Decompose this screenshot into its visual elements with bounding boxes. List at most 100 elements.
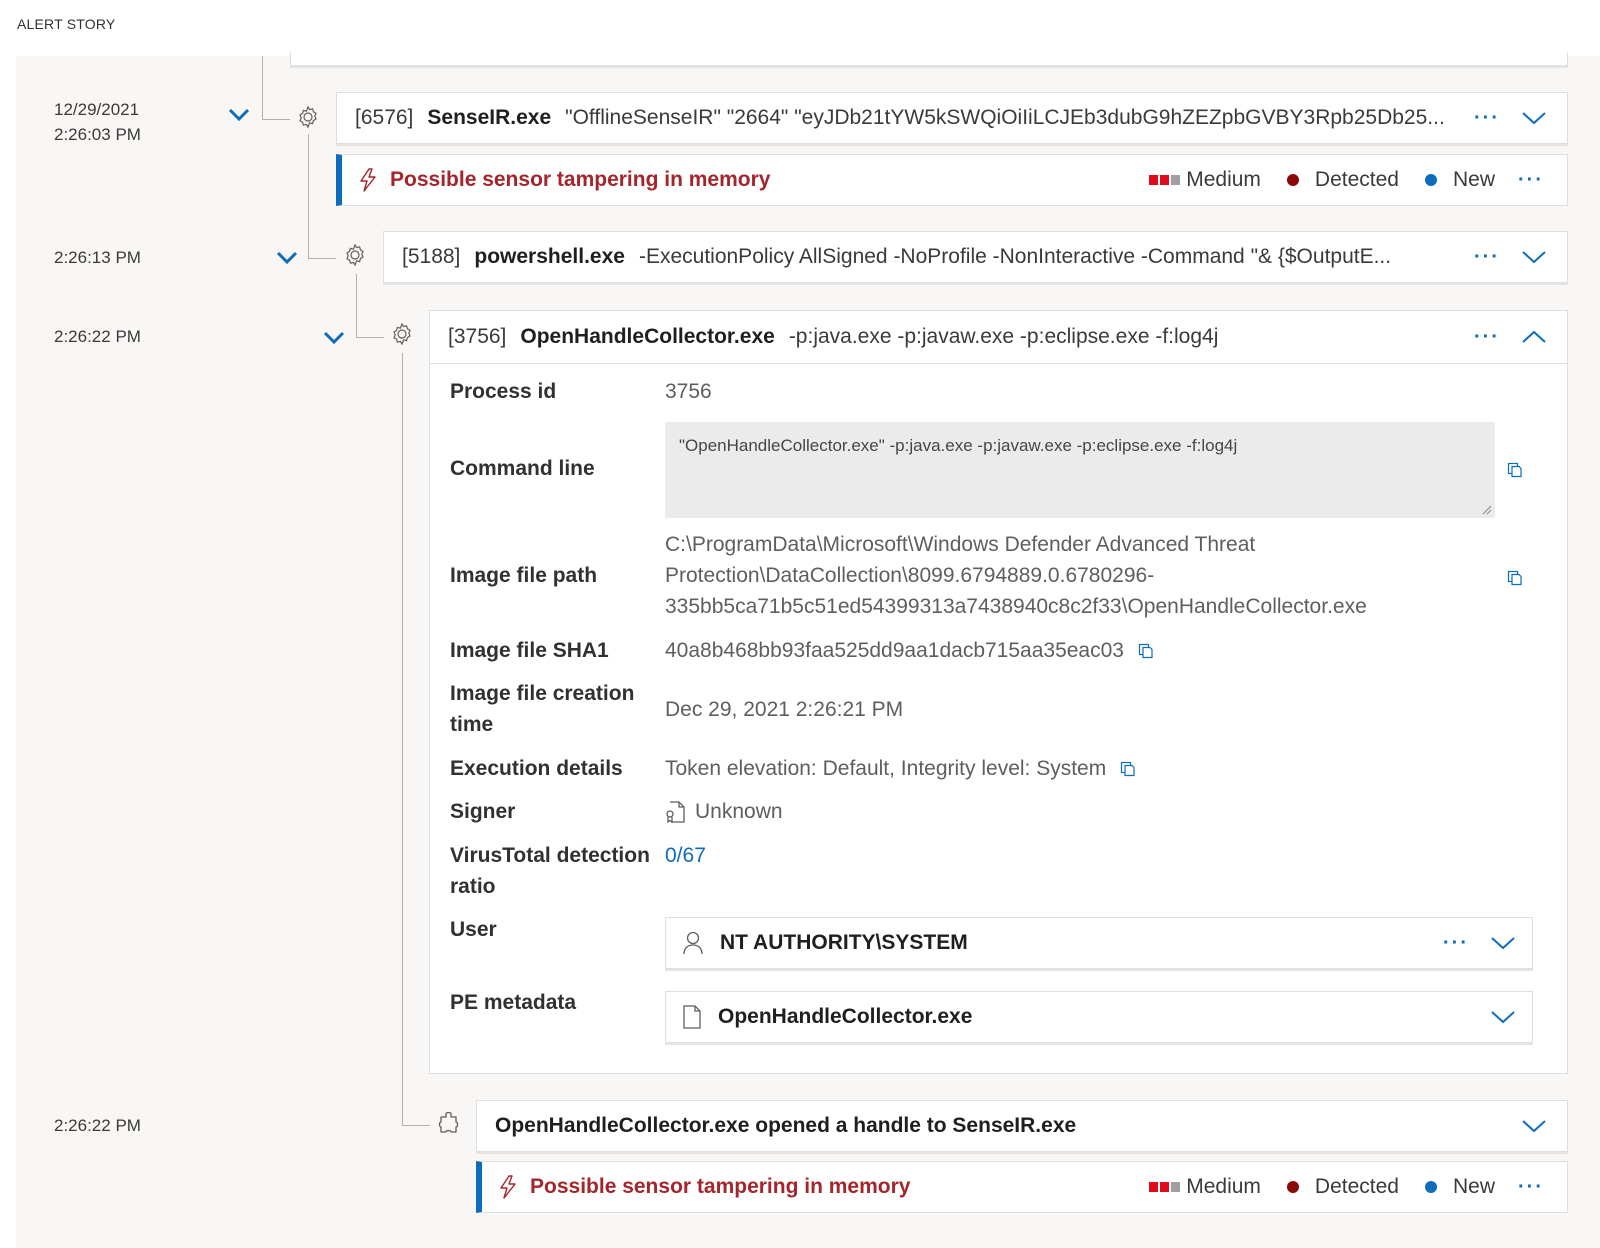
process-card-header[interactable]: [3756] OpenHandleCollector.exe -p:java.e…: [430, 311, 1567, 363]
more-options-button[interactable]: ···: [1436, 932, 1476, 955]
command-line-textarea[interactable]: "OpenHandleCollector.exe" -p:java.exe -p…: [665, 422, 1495, 518]
severity-indicator: [1149, 1182, 1181, 1192]
detail-label: User: [450, 918, 497, 941]
expand-chevron-button[interactable]: [228, 108, 250, 127]
more-options-button[interactable]: ···: [1511, 1176, 1551, 1199]
timestamp-time: 2:26:03 PM: [54, 125, 141, 144]
process-name: SenseIR.exe: [427, 106, 552, 129]
severity-box-off: [1171, 1182, 1181, 1192]
user-icon: [683, 931, 703, 955]
more-options-button[interactable]: ···: [1467, 326, 1507, 349]
expand-button[interactable]: [1519, 242, 1549, 272]
process-card-expanded: [3756] OpenHandleCollector.exe -p:java.e…: [429, 310, 1568, 1074]
copy-icon[interactable]: [1507, 462, 1523, 478]
event-card[interactable]: OpenHandleCollector.exe opened a handle …: [476, 1100, 1568, 1152]
certificate-icon: [666, 800, 685, 823]
tree-connector: [356, 337, 384, 338]
chevron-up-icon: [1522, 330, 1546, 343]
resize-handle-icon[interactable]: [1482, 505, 1492, 515]
image-path-value: C:\ProgramData\Microsoft\Windows Defende…: [665, 529, 1367, 622]
process-node: [343, 243, 367, 272]
sha1-value: 40a8b468bb93faa525dd9aa1dacb715aa35eac03: [665, 639, 1124, 662]
process-details: Process id 3756 Command line "OpenHandle…: [430, 363, 1567, 1073]
process-pid: [3756]: [448, 325, 507, 348]
tree-connector: [308, 258, 336, 259]
copy-icon[interactable]: [1507, 570, 1523, 586]
severity-box-off: [1171, 175, 1181, 185]
detected-dot-icon: [1286, 1181, 1299, 1193]
lightning-icon: [500, 1175, 516, 1199]
timestamp-date: 12/29/2021: [54, 100, 140, 119]
signer-row: Unknown: [665, 796, 783, 827]
detail-label: Image file SHA1: [450, 639, 609, 662]
detection-status: Detected: [1314, 168, 1399, 191]
expand-button[interactable]: [1488, 928, 1518, 958]
more-options-button[interactable]: ···: [1467, 246, 1507, 269]
detail-label: Signer: [450, 800, 516, 823]
chevron-down-icon: [1522, 1120, 1546, 1133]
process-card[interactable]: [6576] SenseIR.exe "OfflineSenseIR" "266…: [336, 92, 1568, 144]
process-args: -ExecutionPolicy AllSigned -NoProfile -N…: [638, 245, 1392, 268]
tree-connector: [356, 274, 357, 337]
image-path-line: C:\ProgramData\Microsoft\Windows Defende…: [665, 533, 1256, 556]
detection-status: Detected: [1314, 1175, 1399, 1198]
chevron-down-icon: [1522, 251, 1546, 264]
process-node: [390, 322, 414, 351]
gear-icon: [299, 105, 317, 129]
image-path-line: Protection\DataCollection\8099.6794889.0…: [665, 564, 1155, 587]
severity-box-on: [1160, 1182, 1170, 1192]
timeline-timestamp: 12/29/2021 2:26:03 PM: [54, 97, 141, 147]
file-icon: [683, 1005, 701, 1029]
tree-connector: [308, 134, 309, 258]
process-args: "OfflineSenseIR" "2664" "eyJDb21tYW5kSWQ…: [565, 106, 1445, 129]
process-name: OpenHandleCollector.exe: [520, 325, 775, 348]
expand-button[interactable]: [1488, 1002, 1518, 1032]
severity-label: Medium: [1186, 1175, 1261, 1198]
detail-label-line: ratio: [450, 875, 496, 898]
event-node: [438, 1111, 460, 1141]
execution-value: Token elevation: Default, Integrity leve…: [665, 757, 1107, 780]
signer-value: Unknown: [695, 800, 783, 823]
expand-button[interactable]: [1519, 103, 1549, 133]
timestamp-time: 2:26:22 PM: [54, 327, 141, 346]
more-options-button[interactable]: ···: [1511, 169, 1551, 192]
command-line-value: "OpenHandleCollector.exe" -p:java.exe -p…: [679, 436, 1238, 455]
collapse-button[interactable]: [1519, 322, 1549, 352]
severity-box-on: [1160, 175, 1170, 185]
more-options-button[interactable]: ···: [1467, 107, 1507, 130]
sha1-row: 40a8b468bb93faa525dd9aa1dacb715aa35eac03: [665, 635, 1154, 666]
virustotal-ratio-link[interactable]: 0/67: [665, 840, 706, 871]
puzzle-icon: [438, 1111, 459, 1133]
tree-connector: [402, 1125, 430, 1126]
previous-card: [290, 52, 1568, 66]
expand-chevron-button[interactable]: [323, 331, 345, 350]
expand-button[interactable]: [1519, 1111, 1549, 1141]
chevron-down-icon: [1522, 112, 1546, 125]
process-id-value: 3756: [665, 380, 712, 403]
copy-icon[interactable]: [1138, 643, 1154, 659]
process-card[interactable]: [5188] powershell.exe -ExecutionPolicy A…: [383, 231, 1568, 283]
detail-label-line: Image file creation: [450, 682, 635, 705]
alert-card[interactable]: Possible sensor tampering in memory Medi…: [336, 154, 1568, 206]
detail-label: Process id: [450, 380, 557, 403]
tree-connector: [262, 119, 290, 120]
status-dot-icon: [1424, 174, 1437, 186]
alert-card[interactable]: Possible sensor tampering in memory Medi…: [476, 1161, 1568, 1213]
copy-icon[interactable]: [1120, 761, 1136, 777]
timestamp-time: 2:26:22 PM: [54, 1116, 141, 1135]
expand-chevron-button[interactable]: [276, 251, 298, 270]
alert-title: Possible sensor tampering in memory: [530, 1175, 911, 1198]
chevron-down-icon: [1491, 937, 1515, 950]
detected-dot-icon: [1286, 174, 1299, 186]
pe-metadata-card[interactable]: OpenHandleCollector.exe: [665, 991, 1533, 1043]
gear-icon: [393, 322, 411, 346]
user-card[interactable]: NT AUTHORITY\SYSTEM ···: [665, 917, 1533, 969]
image-path-line: 335bb5ca71b5c51ed54399313a7438940c8c2f33…: [665, 595, 1367, 618]
detail-label: Command line: [450, 457, 595, 480]
process-name: powershell.exe: [474, 245, 625, 268]
chevron-down-icon: [323, 331, 345, 345]
process-args: -p:java.exe -p:javaw.exe -p:eclipse.exe …: [788, 325, 1219, 348]
lightning-icon: [360, 168, 376, 192]
event-description: OpenHandleCollector.exe opened a handle …: [495, 1114, 1077, 1137]
severity-box-on: [1149, 1182, 1159, 1192]
